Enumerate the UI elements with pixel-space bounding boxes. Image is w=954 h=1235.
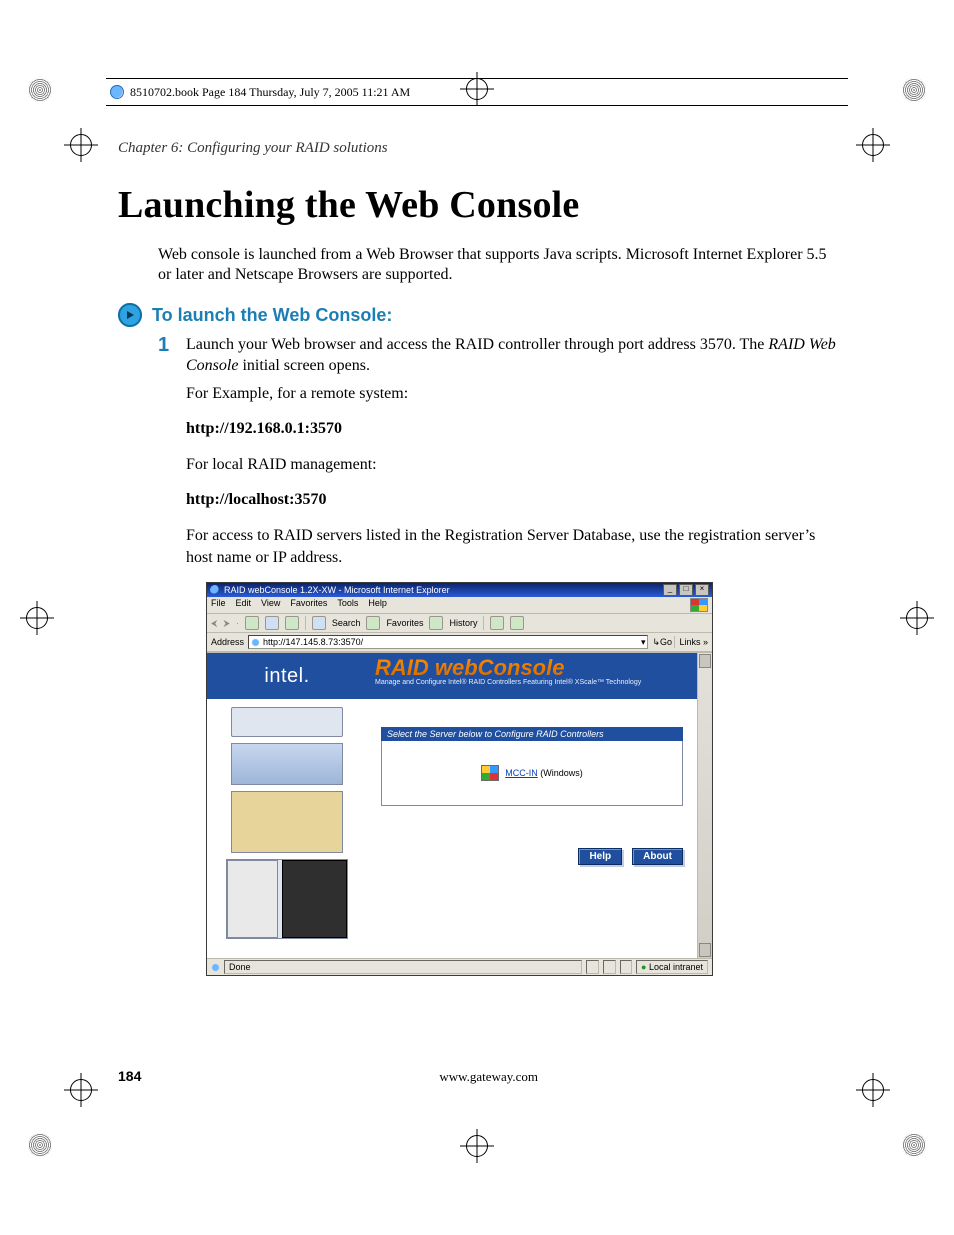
window-title: RAID webConsole 1.2X-XW - Microsoft Inte…: [224, 585, 450, 595]
close-button[interactable]: ×: [695, 584, 709, 596]
toolbar-history-label[interactable]: History: [449, 618, 477, 628]
menu-file[interactable]: File: [211, 598, 226, 612]
stop-icon[interactable]: [245, 616, 259, 630]
print-ornament: [28, 1133, 52, 1157]
home-icon[interactable]: [285, 616, 299, 630]
back-button[interactable]: ⮜: [211, 618, 217, 629]
server-icon: [481, 765, 499, 781]
toolbar: ⮜ ⮞ · Search Favorites History: [207, 614, 712, 633]
panel-title: Select the Server below to Configure RAI…: [381, 727, 683, 741]
server-list: MCC-IN (Windows): [381, 741, 683, 806]
step-number: 1: [158, 335, 172, 377]
print-ornament: [902, 1133, 926, 1157]
menu-help[interactable]: Help: [368, 598, 387, 612]
server-image-motherboard: [231, 791, 343, 853]
server-os-suffix: (Windows): [538, 768, 583, 778]
ie-icon: [210, 585, 220, 595]
server-gallery: [207, 699, 367, 958]
crop-mark: [20, 601, 54, 635]
page-number: 184: [118, 1068, 141, 1084]
menu-edit[interactable]: Edit: [236, 598, 252, 612]
go-button[interactable]: ↳Go: [652, 637, 670, 648]
crop-mark: [856, 128, 890, 162]
status-text: Done: [224, 960, 582, 974]
menu-view[interactable]: View: [261, 598, 280, 612]
print-ornament: [28, 78, 52, 102]
step-text-lead: Launch your Web browser and access the R…: [186, 336, 768, 353]
vertical-scrollbar[interactable]: [697, 653, 712, 958]
address-label: Address: [211, 637, 244, 647]
local-label: For local RAID management:: [186, 454, 836, 476]
example-label: For Example, for a remote system:: [186, 383, 836, 405]
crop-mark: [900, 601, 934, 635]
intro-paragraph: Web console is launched from a Web Brows…: [158, 245, 836, 285]
toolbar-search-label[interactable]: Search: [332, 618, 361, 628]
step-text-tail: initial screen opens.: [238, 357, 370, 374]
play-icon: [118, 303, 142, 327]
page-footer: 184 www.gateway.com: [118, 1068, 836, 1085]
zone-icon: ●: [641, 962, 649, 972]
search-icon[interactable]: [312, 616, 326, 630]
brand-product-logo: RAID webConsole: [375, 657, 689, 679]
brand-tagline: Manage and Configure Intel® RAID Control…: [375, 679, 689, 686]
page-icon: [251, 638, 260, 647]
running-header-text: 8510702.book Page 184 Thursday, July 7, …: [130, 85, 410, 100]
page-title: Launching the Web Console: [118, 183, 836, 227]
window-titlebar: RAID webConsole 1.2X-XW - Microsoft Inte…: [207, 583, 712, 597]
status-zone: ● Local intranet: [636, 960, 708, 974]
crop-mark: [460, 1129, 494, 1163]
links-label[interactable]: Links »: [679, 637, 708, 647]
minimize-button[interactable]: _: [663, 584, 677, 596]
server-link[interactable]: MCC-IN: [505, 768, 538, 778]
status-spacer: [586, 960, 599, 974]
footer-url: www.gateway.com: [141, 1069, 836, 1085]
maximize-button[interactable]: □: [679, 584, 693, 596]
help-button[interactable]: Help: [578, 848, 622, 865]
favorites-icon[interactable]: [366, 616, 380, 630]
procedure-heading: To launch the Web Console:: [152, 305, 392, 326]
refresh-icon[interactable]: [265, 616, 279, 630]
toolbar-favorites-label[interactable]: Favorites: [386, 618, 423, 628]
book-icon: [110, 85, 124, 99]
running-header: 8510702.book Page 184 Thursday, July 7, …: [106, 78, 848, 106]
menu-bar: File Edit View Favorites Tools Help: [207, 597, 712, 614]
address-input[interactable]: http://147.145.8.73:3570/ ▾: [248, 635, 648, 649]
page-icon: [211, 963, 220, 972]
menu-favorites[interactable]: Favorites: [290, 598, 327, 612]
brand-intel-logo: intel.: [207, 653, 367, 699]
step-text: Launch your Web browser and access the R…: [186, 335, 836, 377]
step-1: 1 Launch your Web browser and access the…: [158, 335, 836, 377]
status-spacer: [620, 960, 633, 974]
crop-mark: [856, 1073, 890, 1107]
screenshot-raid-web-console: RAID webConsole 1.2X-XW - Microsoft Inte…: [206, 582, 713, 976]
status-spacer: [603, 960, 616, 974]
status-bar: Done ● Local intranet: [207, 958, 712, 975]
address-value: http://147.145.8.73:3570/: [263, 636, 363, 648]
history-icon[interactable]: [429, 616, 443, 630]
server-image-tower: [226, 859, 348, 939]
example-url-remote: http://192.168.0.1:3570: [186, 418, 836, 440]
mail-icon[interactable]: [490, 616, 504, 630]
forward-button[interactable]: ⮞: [223, 618, 230, 629]
crop-mark: [64, 128, 98, 162]
print-ornament: [902, 78, 926, 102]
chapter-line: Chapter 6: Configuring your RAID solutio…: [118, 140, 836, 157]
menu-tools[interactable]: Tools: [337, 598, 358, 612]
example-url-local: http://localhost:3570: [186, 489, 836, 511]
server-image-blade: [231, 743, 343, 785]
about-button[interactable]: About: [632, 848, 683, 865]
registration-note: For access to RAID servers listed in the…: [186, 525, 836, 568]
address-bar: Address http://147.145.8.73:3570/ ▾ ↳Go …: [207, 633, 712, 652]
print-icon[interactable]: [510, 616, 524, 630]
crop-mark: [64, 1073, 98, 1107]
server-image-rack: [231, 707, 343, 737]
windows-logo-icon: [690, 598, 708, 612]
